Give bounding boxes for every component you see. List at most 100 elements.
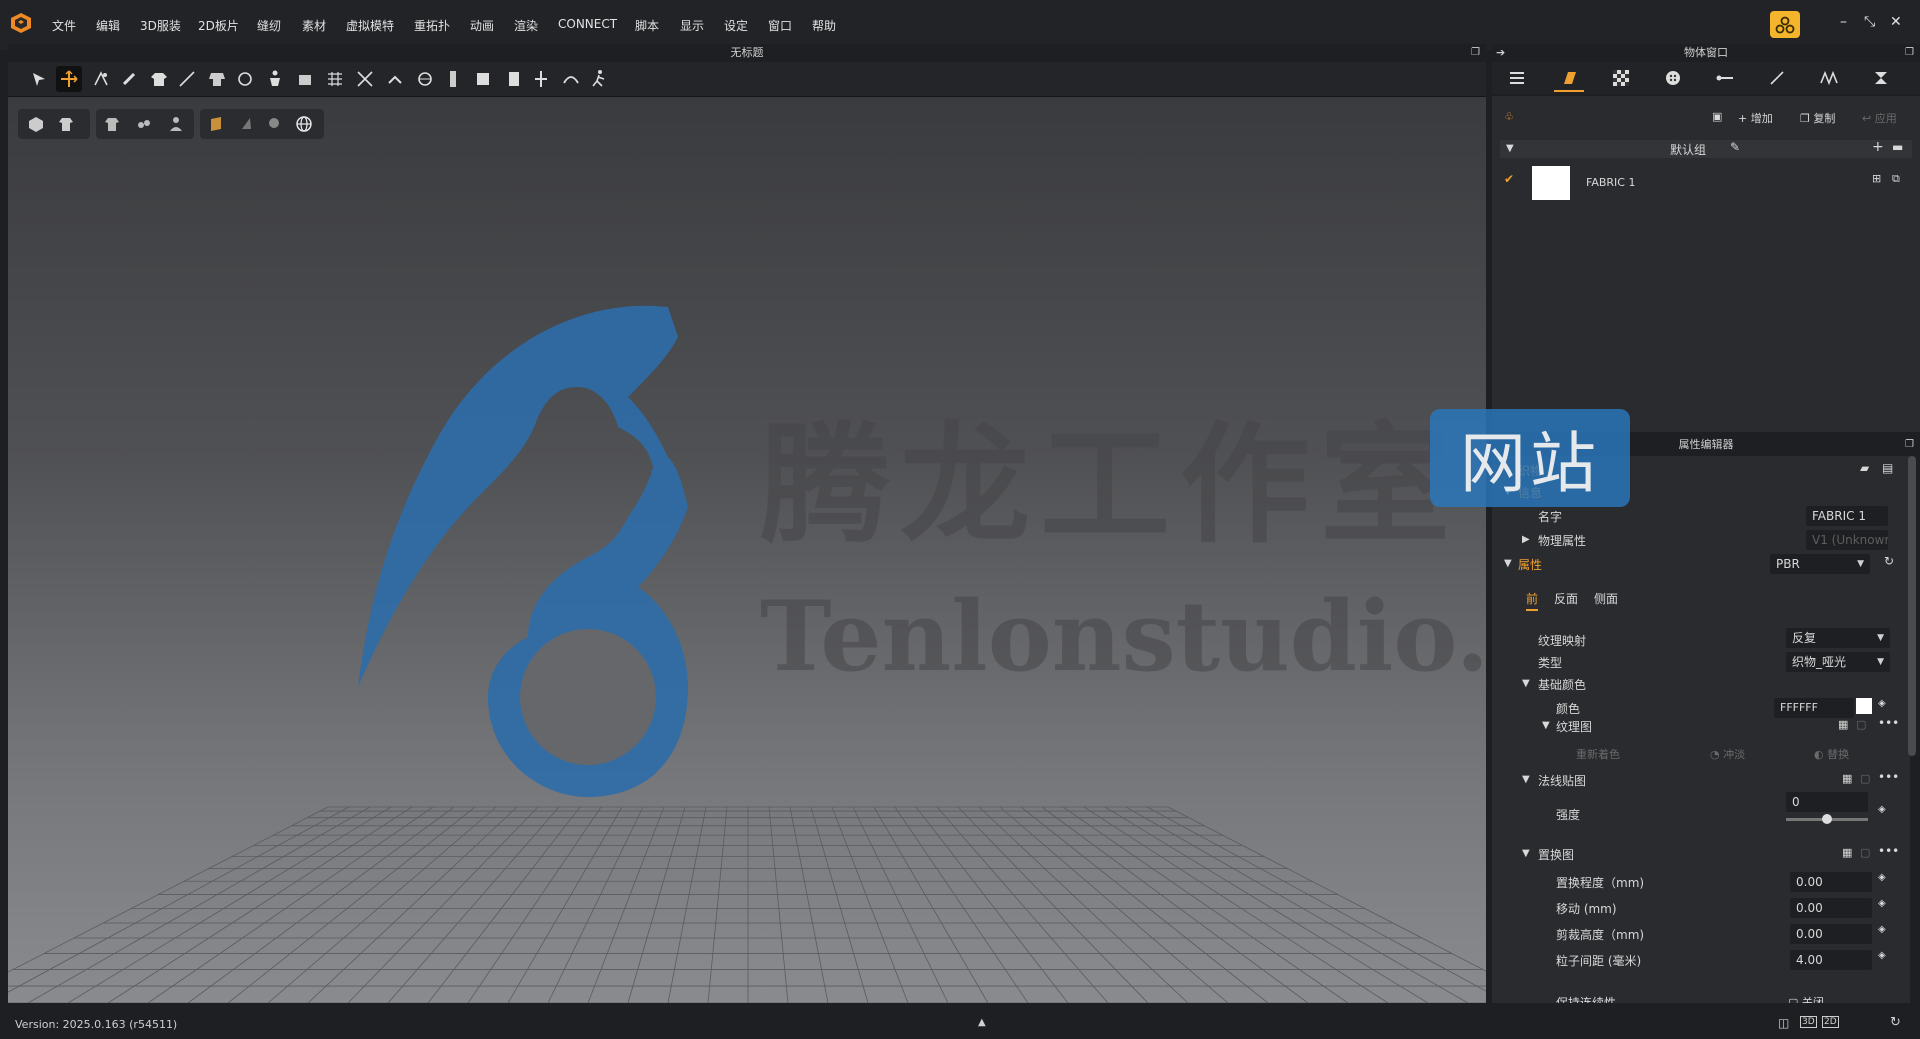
menu-render[interactable]: 渲染 — [514, 17, 538, 34]
strength-slider-knob[interactable] — [1822, 814, 1832, 824]
menu-avatar[interactable]: 虚拟模特 — [346, 17, 394, 34]
move-field[interactable]: 0.00 — [1790, 898, 1872, 918]
graphic-tab-icon[interactable] — [1866, 66, 1896, 90]
menu-help[interactable]: 帮助 — [812, 17, 836, 34]
folder-group-icon[interactable]: ▬ — [1892, 140, 1903, 154]
physics-field[interactable]: V1 (Unknowr — [1806, 530, 1888, 550]
texture-mapping-select[interactable]: 反复 ▼ — [1786, 628, 1890, 648]
shader-select[interactable]: PBR ▼ — [1770, 554, 1870, 574]
minimize-button[interactable]: – — [1840, 14, 1847, 30]
type-select[interactable]: 织物_哑光 ▼ — [1786, 652, 1890, 672]
list-tab-icon[interactable] — [1502, 66, 1532, 90]
save-file-icon[interactable]: ▤ — [1882, 461, 1893, 475]
tab-front[interactable]: 前 — [1526, 590, 1539, 611]
menu-edit[interactable]: 编辑 — [96, 17, 120, 34]
menu-materials[interactable]: 素材 — [302, 17, 326, 34]
edit-group-icon[interactable]: ✎ — [1730, 140, 1740, 154]
panel-arrow-icon[interactable]: ➔ — [1496, 44, 1505, 62]
texture-more-icon[interactable]: ••• — [1878, 716, 1899, 730]
displacement-collapse-icon[interactable]: ▼ — [1522, 848, 1530, 859]
brush-tool-icon[interactable] — [116, 66, 142, 92]
displacement-delete-icon[interactable]: ▢ — [1860, 846, 1870, 859]
menu-3d-garment[interactable]: 3D服装 — [140, 17, 181, 34]
float-panel-icon[interactable]: ❐ — [1905, 44, 1914, 62]
property-scrollbar[interactable] — [1908, 456, 1916, 756]
clip-keyframe-icon[interactable]: ◈ — [1878, 924, 1886, 935]
collapse-group-icon[interactable]: ▼ — [1506, 143, 1514, 154]
move-tool-icon[interactable] — [56, 66, 82, 92]
copy-button[interactable]: ❐ 复制 — [1800, 110, 1835, 126]
fabric-list-item[interactable]: ✔ FABRIC 1 ⊞ ⧉ — [1500, 162, 1912, 202]
normal-more-icon[interactable]: ••• — [1878, 770, 1899, 784]
menu-retopology[interactable]: 重拓扑 — [414, 17, 450, 34]
tab-side[interactable]: 侧面 — [1594, 590, 1618, 607]
disp-degree-field[interactable]: 0.00 — [1790, 872, 1872, 892]
fabric-duplicate-icon[interactable]: ⧉ — [1892, 172, 1900, 186]
texture-map-collapse-icon[interactable]: ▼ — [1542, 720, 1550, 731]
open-folder-icon[interactable]: ▣ — [1712, 110, 1722, 123]
close-button[interactable]: ✕ — [1890, 14, 1902, 30]
rotate-tool-icon[interactable] — [232, 66, 258, 92]
fold-tool-icon[interactable] — [88, 66, 114, 92]
menu-script[interactable]: 脚本 — [635, 17, 659, 34]
attributes-collapse-icon[interactable]: ▼ — [1504, 558, 1512, 569]
app-logo-icon[interactable] — [10, 12, 32, 34]
normal-grid-icon[interactable]: ▦ — [1842, 772, 1852, 785]
reset-attributes-icon[interactable]: ↻ — [1884, 554, 1894, 568]
float-property-icon[interactable]: ❐ — [1905, 436, 1914, 454]
shirt-transform-icon[interactable] — [146, 66, 172, 92]
zigzag-tab-icon[interactable] — [1814, 66, 1844, 90]
open-file-icon[interactable]: ▰ — [1860, 461, 1869, 475]
add-group-icon[interactable]: + — [1872, 139, 1884, 155]
move-keyframe-icon[interactable]: ◈ — [1878, 898, 1886, 909]
texture-grid-icon[interactable]: ▦ — [1838, 718, 1848, 731]
user-account-icon[interactable] — [1770, 11, 1800, 38]
physics-expand-icon[interactable]: ▶ — [1522, 534, 1530, 545]
garment-arrange-icon[interactable] — [204, 66, 230, 92]
curve-tool-icon[interactable] — [558, 66, 584, 92]
pin-cut-icon[interactable] — [382, 66, 408, 92]
expand-timeline-icon[interactable]: ▲ — [978, 1017, 986, 1028]
menu-window[interactable]: 窗口 — [768, 17, 792, 34]
particle-field[interactable]: 4.00 — [1790, 950, 1872, 970]
displacement-more-icon[interactable]: ••• — [1878, 844, 1899, 858]
checker-tab-icon[interactable] — [1606, 66, 1636, 90]
fabric-icon[interactable]: ♧ — [1504, 110, 1514, 123]
color-keyframe-icon[interactable]: ◈ — [1878, 698, 1886, 709]
menu-settings[interactable]: 设定 — [724, 17, 748, 34]
displacement-grid-icon[interactable]: ▦ — [1842, 846, 1852, 859]
apply-button[interactable]: ↩ 应用 — [1862, 110, 1897, 126]
disp-degree-keyframe-icon[interactable]: ◈ — [1878, 872, 1886, 883]
fade-button[interactable]: ◔ 冲淡 — [1710, 746, 1745, 762]
group-row[interactable]: ▼ 默认组 ✎ + ▬ — [1500, 139, 1912, 158]
base-color-collapse-icon[interactable]: ▼ — [1522, 678, 1530, 689]
fabric-tab-icon[interactable] — [1554, 66, 1584, 92]
menu-file[interactable]: 文件 — [52, 17, 76, 34]
pattern-tool-icon[interactable] — [470, 66, 496, 92]
menu-sewing[interactable]: 缝纫 — [257, 17, 281, 34]
clip-field[interactable]: 0.00 — [1790, 924, 1872, 944]
topstitch-tab-icon[interactable] — [1710, 66, 1740, 90]
view-3d-button[interactable]: 3D — [1800, 1016, 1817, 1028]
view-2d-button[interactable]: 2D — [1822, 1016, 1839, 1028]
color-hex-field[interactable]: FFFFFF — [1774, 698, 1854, 718]
tack-tool-icon[interactable] — [352, 66, 378, 92]
button-tool-icon[interactable] — [528, 66, 554, 92]
select-mesh-tool-icon[interactable] — [26, 66, 52, 92]
animation-walk-icon[interactable] — [586, 66, 612, 92]
fabric-assign-icon[interactable]: ⊞ — [1872, 172, 1881, 185]
strength-field[interactable]: 0 — [1786, 792, 1868, 812]
float-window-icon[interactable]: ❐ — [1471, 44, 1480, 62]
color-swatch[interactable] — [1856, 698, 1872, 714]
pattern-edit-icon[interactable] — [500, 66, 526, 92]
normal-map-collapse-icon[interactable]: ▼ — [1522, 774, 1530, 785]
menu-connect[interactable]: CONNECT — [558, 17, 617, 31]
globe-pin-icon[interactable] — [412, 66, 438, 92]
recolor-button[interactable]: 重新着色 — [1576, 746, 1620, 762]
strength-keyframe-icon[interactable]: ◈ — [1878, 804, 1886, 815]
3d-viewport[interactable]: 腾龙工作室 Tenlonstudio.com — [8, 97, 1486, 1003]
pin-tool-icon[interactable] — [292, 66, 318, 92]
avatar-pose-icon[interactable] — [262, 66, 288, 92]
button-tab-icon[interactable] — [1658, 66, 1688, 90]
particle-keyframe-icon[interactable]: ◈ — [1878, 950, 1886, 961]
